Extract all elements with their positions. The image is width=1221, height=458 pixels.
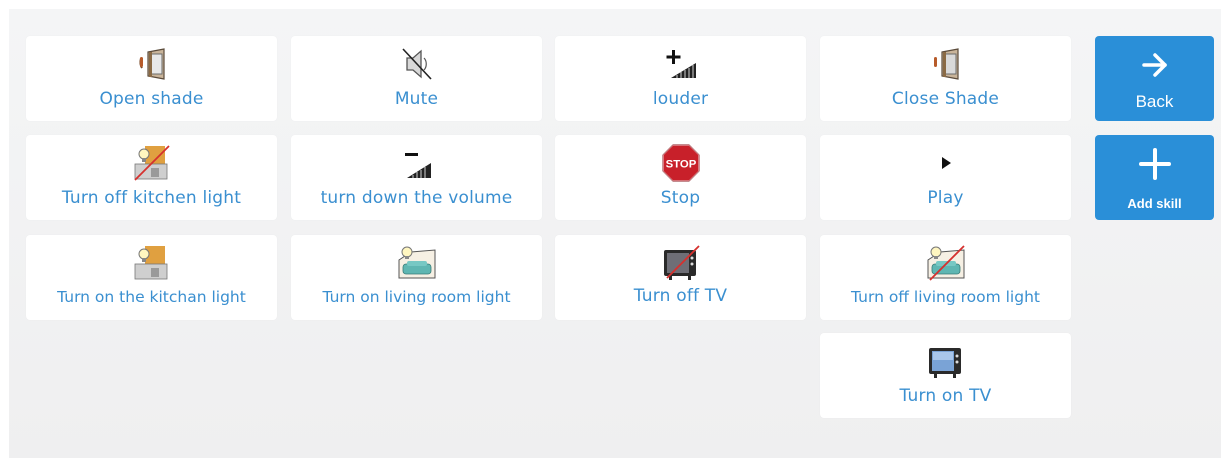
living-room-light-on-icon	[397, 243, 437, 283]
arrow-right-icon	[1140, 52, 1170, 82]
tile-stop[interactable]: STOP Stop	[555, 135, 806, 220]
back-button[interactable]: Back	[1095, 36, 1214, 121]
tile-play[interactable]: Play	[820, 135, 1071, 220]
tile-louder[interactable]: louder	[555, 36, 806, 121]
tv-off-icon	[661, 243, 701, 283]
tile-turn-on-kitchen-light[interactable]: Turn on the kitchan light	[26, 235, 277, 320]
tile-label: Turn off TV	[633, 286, 728, 306]
play-icon	[926, 143, 966, 183]
add-skill-button[interactable]: Add skill	[1095, 135, 1214, 220]
stop-sign-icon: STOP	[661, 143, 701, 183]
tile-open-shade[interactable]: Open shade	[26, 36, 277, 121]
tv-icon	[926, 341, 966, 381]
tile-label: Turn off living room light	[851, 288, 1040, 306]
tile-label: Stop	[660, 188, 701, 208]
tile-turn-down-volume[interactable]: turn down the volume	[291, 135, 542, 220]
volume-up-icon	[661, 44, 701, 84]
window-shade-icon	[132, 44, 172, 84]
plus-icon	[1138, 147, 1172, 185]
skills-panel: Open shade Mute louder Close Shade Turn …	[9, 9, 1221, 458]
tile-label: Play	[927, 188, 964, 208]
tile-turn-off-kitchen-light[interactable]: Turn off kitchen light	[26, 135, 277, 220]
tile-label: Close Shade	[891, 89, 1000, 109]
kitchen-light-off-icon	[132, 143, 172, 183]
tile-turn-on-tv[interactable]: Turn on TV	[820, 333, 1071, 418]
tile-label: Turn off kitchen light	[61, 188, 242, 208]
tile-label: turn down the volume	[320, 188, 513, 208]
tile-label: Turn on the kitchan light	[57, 288, 246, 306]
tile-label: Mute	[394, 89, 439, 109]
speaker-muted-icon	[397, 44, 437, 84]
stop-sign-text: STOP	[665, 159, 696, 171]
window-shade-icon	[926, 44, 966, 84]
tile-label: Turn on living room light	[322, 288, 511, 306]
back-label: Back	[1135, 92, 1174, 111]
tile-close-shade[interactable]: Close Shade	[820, 36, 1071, 121]
kitchen-light-on-icon	[132, 243, 172, 283]
living-room-light-off-icon	[926, 243, 966, 283]
tile-label: louder	[652, 89, 709, 109]
add-skill-label: Add skill	[1127, 196, 1182, 211]
tile-label: Turn on TV	[899, 386, 992, 406]
volume-down-icon	[397, 143, 437, 183]
tile-label: Open shade	[99, 89, 204, 109]
tile-mute[interactable]: Mute	[291, 36, 542, 121]
tile-turn-off-living-room-light[interactable]: Turn off living room light	[820, 235, 1071, 320]
tile-turn-on-living-room-light[interactable]: Turn on living room light	[291, 235, 542, 320]
tile-turn-off-tv[interactable]: Turn off TV	[555, 235, 806, 320]
